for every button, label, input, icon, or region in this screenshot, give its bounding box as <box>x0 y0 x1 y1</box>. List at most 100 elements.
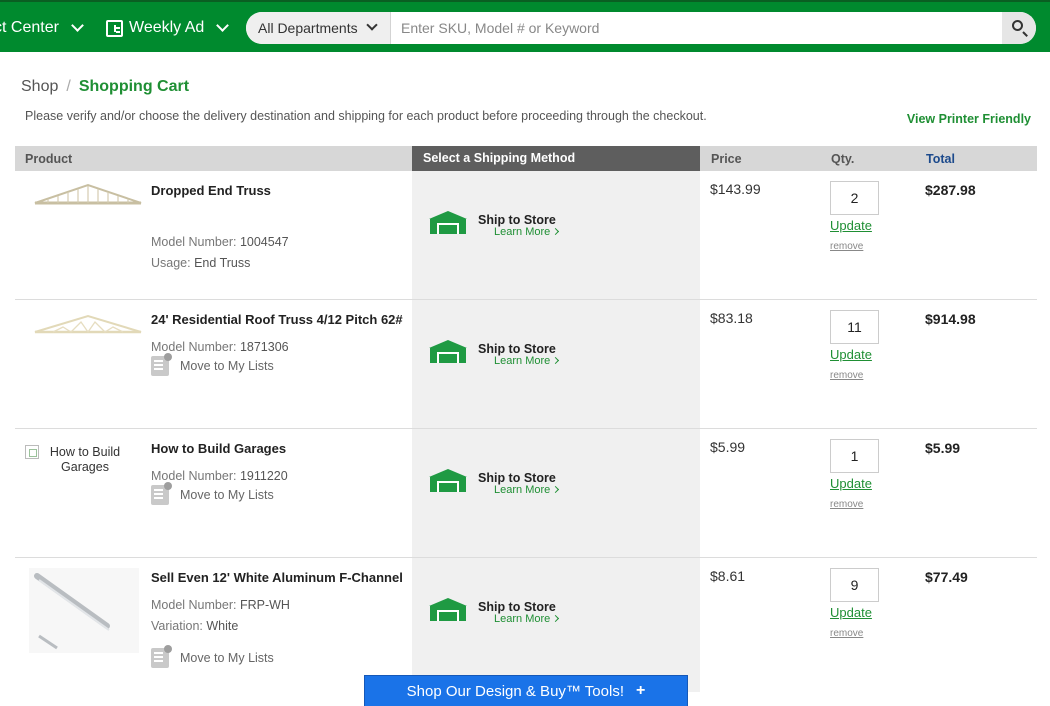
cart-table: Product Select a Shipping Method Price Q… <box>15 146 1037 692</box>
ship-to-store-option[interactable]: Ship to Store Learn More <box>429 469 629 505</box>
model-number-value: 1004547 <box>239 235 289 249</box>
model-number-label: Model Number: <box>151 235 237 249</box>
remove-link[interactable]: remove <box>830 499 863 510</box>
breadcrumb-current: Shopping Cart <box>78 78 190 95</box>
search-input[interactable] <box>391 12 1002 44</box>
ship-to-store-label: Ship to Store <box>478 471 556 485</box>
update-link[interactable]: Update <box>830 347 872 362</box>
broken-image-icon <box>25 445 39 459</box>
update-link[interactable]: Update <box>830 218 872 233</box>
usage-value: End Truss <box>194 256 251 270</box>
store-truck-icon <box>429 598 467 621</box>
weekly-ad-menu[interactable]: Weekly Ad <box>106 16 230 40</box>
weekly-ad-label: Weekly Ad <box>129 19 205 36</box>
model-number-label: Model Number: <box>151 469 237 483</box>
learn-more-link[interactable]: Learn More <box>494 484 560 496</box>
model-number-value: FRP-WH <box>239 598 290 612</box>
shipping-notice: Please verify and/or choose the delivery… <box>25 109 707 123</box>
chevron-down-icon <box>366 19 378 31</box>
variation-label: Variation: <box>151 619 203 633</box>
unit-price: $5.99 <box>710 439 746 455</box>
ship-to-store-option[interactable]: Ship to Store Learn More <box>429 340 629 376</box>
design-buy-tools-label: Shop Our Design & Buy™ Tools! <box>406 682 624 700</box>
chevron-down-icon <box>71 18 84 32</box>
department-select[interactable]: All Departments <box>246 12 391 44</box>
model-number-label: Model Number: <box>151 340 237 354</box>
ship-to-store-option[interactable]: Ship to Store Learn More <box>429 598 629 634</box>
chevron-down-icon <box>216 18 230 32</box>
move-to-lists-link[interactable]: Move to My Lists <box>151 353 274 376</box>
image-alt-text: How to Build Garages <box>49 445 121 474</box>
learn-more-label: Learn More <box>494 613 551 625</box>
quantity-input[interactable] <box>830 310 879 344</box>
learn-more-label: Learn More <box>494 484 551 496</box>
table-row: Sell Even 12' White Aluminum F-Channel M… <box>15 558 1037 692</box>
move-to-lists-label: Move to My Lists <box>180 488 274 502</box>
f-channel-image[interactable] <box>29 568 139 653</box>
design-buy-tools-button[interactable]: Shop Our Design & Buy™ Tools! + <box>364 675 688 706</box>
list-icon <box>151 482 172 505</box>
roof-truss-image[interactable] <box>33 310 143 340</box>
table-header: Product Select a Shipping Method Price Q… <box>15 146 1037 171</box>
printer-friendly-link[interactable]: View Printer Friendly <box>907 112 1031 126</box>
product-name[interactable]: 24' Residential Roof Truss 4/12 Pitch 62… <box>151 312 403 327</box>
header-total: Total <box>926 152 955 166</box>
line-total: $914.98 <box>925 311 976 327</box>
unit-price: $8.61 <box>710 568 746 584</box>
learn-more-label: Learn More <box>494 226 551 238</box>
top-navigation-bar: ct Center Weekly Ad All Departments <box>0 0 1050 52</box>
table-row: 24' Residential Roof Truss 4/12 Pitch 62… <box>15 300 1037 429</box>
product-name[interactable]: How to Build Garages <box>151 441 286 456</box>
unit-price: $143.99 <box>710 181 761 197</box>
move-to-lists-label: Move to My Lists <box>180 359 274 373</box>
table-row: Dropped End Truss Model Number: 1004547 … <box>15 171 1037 300</box>
breadcrumb-shop-link[interactable]: Shop <box>21 78 58 95</box>
ship-to-store-label: Ship to Store <box>478 600 556 614</box>
line-total: $5.99 <box>925 440 961 456</box>
breadcrumb-separator: / <box>66 78 71 95</box>
list-icon <box>151 353 172 376</box>
learn-more-link[interactable]: Learn More <box>494 226 560 238</box>
variation-value: White <box>206 619 239 633</box>
remove-link[interactable]: remove <box>830 370 863 381</box>
model-number: Model Number: 1911220 <box>151 469 288 483</box>
ship-to-store-option[interactable]: Ship to Store Learn More <box>429 211 629 247</box>
header-price: Price <box>711 152 742 166</box>
remove-link[interactable]: remove <box>830 241 863 252</box>
project-center-menu[interactable]: ct Center <box>0 16 84 40</box>
breadcrumb: Shop / Shopping Cart <box>21 78 189 96</box>
update-link[interactable]: Update <box>830 605 872 620</box>
model-number-label: Model Number: <box>151 598 237 612</box>
chevron-right-icon <box>552 614 560 623</box>
usage-label: Usage: <box>151 256 191 270</box>
move-to-lists-link[interactable]: Move to My Lists <box>151 645 274 668</box>
search-icon <box>1012 20 1023 31</box>
table-row: How to Build Garages How to Build Garage… <box>15 429 1037 558</box>
product-name[interactable]: Sell Even 12' White Aluminum F-Channel <box>151 570 403 585</box>
newspaper-icon <box>106 19 123 37</box>
project-center-label: ct Center <box>0 19 59 36</box>
learn-more-link[interactable]: Learn More <box>494 613 560 625</box>
broken-image-placeholder[interactable]: How to Build Garages <box>25 445 145 475</box>
quantity-input[interactable] <box>830 181 879 215</box>
update-link[interactable]: Update <box>830 476 872 491</box>
remove-link[interactable]: remove <box>830 628 863 639</box>
model-number-value: 1911220 <box>239 469 288 483</box>
store-truck-icon <box>429 211 467 234</box>
product-name[interactable]: Dropped End Truss <box>151 183 271 198</box>
plus-icon: + <box>636 682 646 699</box>
chevron-right-icon <box>552 485 560 494</box>
search-button[interactable] <box>1002 12 1036 44</box>
move-to-lists-label: Move to My Lists <box>180 651 274 665</box>
quantity-input[interactable] <box>830 439 879 473</box>
truss-image[interactable] <box>33 181 143 211</box>
store-truck-icon <box>429 340 467 363</box>
line-total: $77.49 <box>925 569 968 585</box>
store-truck-icon <box>429 469 467 492</box>
department-select-value: All Departments <box>258 20 358 36</box>
header-product: Product <box>25 152 73 166</box>
move-to-lists-link[interactable]: Move to My Lists <box>151 482 274 505</box>
product-variation: Variation: White <box>151 619 238 633</box>
quantity-input[interactable] <box>830 568 879 602</box>
learn-more-link[interactable]: Learn More <box>494 355 560 367</box>
